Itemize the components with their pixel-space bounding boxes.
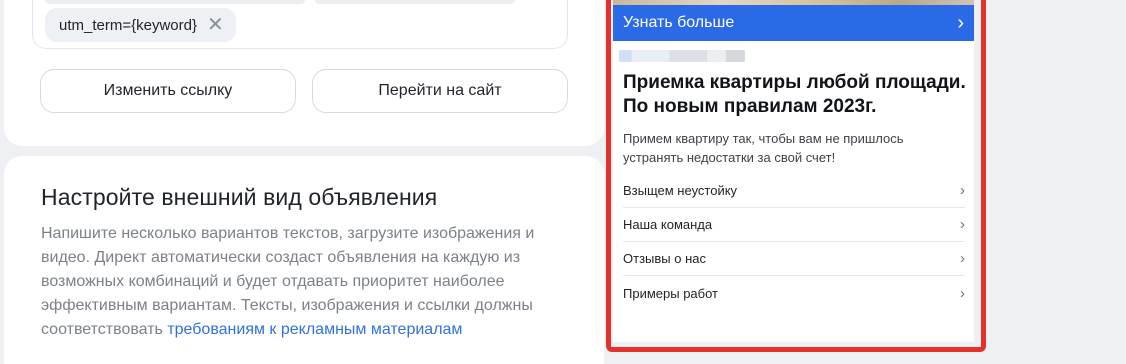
ad-text: Примем квартиру так, чтобы вам не пришло…	[623, 131, 904, 165]
url-param-chip-label: utm_term={keyword}	[59, 16, 197, 34]
chevron-right-icon: ›	[960, 216, 965, 233]
sitelink-item[interactable]: Наша команда ›	[623, 208, 965, 242]
ad-preview-highlight: Узнать больше › Приемка квартиры любой п…	[606, 0, 986, 352]
chevron-right-icon: ›	[960, 250, 965, 267]
sitelink-item[interactable]: Примеры работ ›	[623, 276, 965, 310]
close-icon[interactable]: ✕	[207, 15, 224, 35]
url-param-chip-partial	[315, 0, 515, 4]
url-param-chip: utm_term={keyword} ✕	[45, 8, 236, 42]
sitelink-label: Примеры работ	[623, 285, 718, 301]
sitelink-item[interactable]: Отзывы о нас ›	[623, 242, 965, 276]
requirements-link[interactable]: требованиям к рекламным материалам	[167, 321, 462, 338]
section-description: Напишите несколько вариантов текстов, за…	[41, 222, 541, 342]
url-param-chip-partial	[45, 0, 305, 4]
sitelink-label: Отзывы о нас	[623, 251, 706, 266]
chevron-right-icon: ›	[960, 284, 965, 302]
sitelink-item[interactable]: Взыщем неустойку ›	[623, 174, 965, 208]
change-link-button[interactable]: Изменить ссылку	[40, 69, 296, 113]
blurred-domain	[619, 50, 745, 62]
learn-more-button[interactable]: Узнать больше ›	[613, 5, 974, 41]
ad-title[interactable]: Приемка квартиры любой площади. По новым…	[623, 71, 968, 119]
sitelink-label: Взыщем неустойку	[623, 183, 738, 198]
appearance-card: Настройте внешний вид объявления Напишит…	[4, 156, 604, 364]
campaign-editor-page: utm_term={keyword} ✕ Изменить ссылку Пер…	[0, 0, 1126, 364]
ad-preview: Узнать больше › Приемка квартиры любой п…	[613, 0, 974, 342]
go-to-site-button[interactable]: Перейти на сайт	[312, 69, 568, 113]
sitelink-label: Наша команда	[623, 217, 713, 232]
sitelinks-list: Взыщем неустойку › Наша команда › Отзывы…	[623, 174, 965, 310]
chevron-right-icon: ›	[957, 12, 964, 34]
section-title: Настройте внешний вид объявления	[41, 184, 438, 210]
learn-more-label: Узнать больше	[623, 14, 735, 31]
link-settings-card: utm_term={keyword} ✕ Изменить ссылку Пер…	[4, 0, 604, 146]
chevron-right-icon: ›	[960, 182, 965, 199]
url-params-box: utm_term={keyword} ✕	[32, 0, 568, 49]
